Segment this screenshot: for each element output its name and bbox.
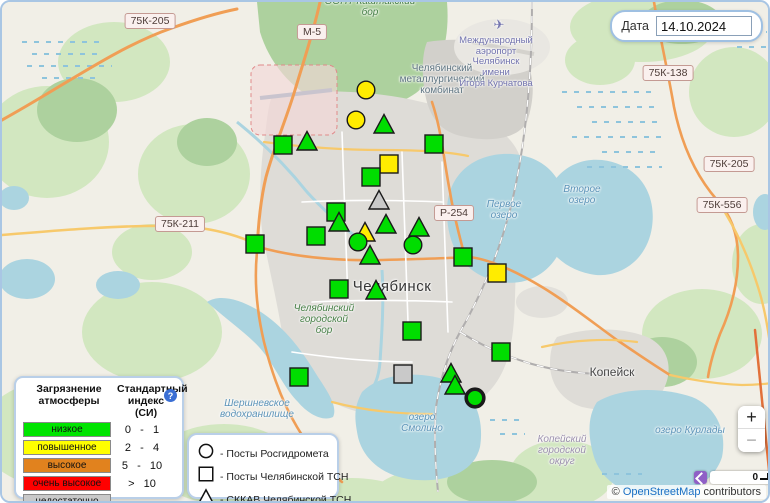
circle-icon	[197, 442, 215, 465]
scale-bar[interactable]: 0	[710, 471, 770, 484]
marker-square-elevated[interactable]	[485, 261, 509, 285]
road-badge: 75К-205	[125, 13, 176, 29]
marker-square-low[interactable]	[243, 232, 267, 256]
pollution-legend: Загрязнение атмосферы Стандартный индекс…	[14, 376, 184, 499]
map-container: ООПТ КаштакскийборЧелябинскийметаллургич…	[0, 0, 770, 503]
marker-triangle-low[interactable]	[364, 278, 388, 302]
date-label: Дата	[621, 19, 649, 33]
marker-circle-low[interactable]	[401, 233, 425, 257]
marker-circle-elevated[interactable]	[344, 108, 368, 132]
attribution: © OpenStreetMap contributors	[607, 485, 766, 499]
scale-value: 0	[752, 472, 758, 483]
marker-triangle-no_data[interactable]	[367, 188, 391, 212]
marker-square-low[interactable]	[489, 340, 513, 364]
road-badge: 75К-211	[155, 216, 205, 232]
map-label-town: Копейск	[590, 366, 635, 379]
road-badge: 75К-556	[697, 197, 748, 213]
symbols-legend: - Посты Росгидромета - Посты Челябинской …	[187, 433, 339, 499]
legend-si-value: 0 - 1	[111, 424, 173, 436]
symbols-legend-label: - Посты Челябинской ТСН	[220, 471, 348, 483]
zoom-in-button[interactable]: +	[738, 406, 765, 429]
legend-si-value: 2 - 4	[111, 442, 173, 454]
pollution-legend-row: недостаточно данных	[23, 494, 176, 503]
marker-square-low[interactable]	[271, 133, 295, 157]
legend-si-value: > 10	[111, 478, 173, 490]
pollution-legend-row: высокое5 - 10	[23, 458, 176, 473]
legend-color-box: очень высокое	[23, 476, 111, 491]
symbols-legend-item: - Посты Челябинской ТСН	[197, 465, 331, 488]
marker-square-low[interactable]	[327, 277, 351, 301]
pollution-legend-row: повышенное2 - 4	[23, 440, 176, 455]
marker-square-low[interactable]	[400, 319, 424, 343]
marker-square-low[interactable]	[304, 224, 328, 248]
pollution-legend-title: Загрязнение атмосферы	[23, 383, 115, 419]
attribution-suffix: contributors	[700, 486, 761, 498]
marker-triangle-low[interactable]	[374, 212, 398, 236]
date-input[interactable]	[656, 16, 752, 36]
marker-circle-elevated[interactable]	[354, 78, 378, 102]
legend-color-box: высокое	[23, 458, 111, 473]
map-label-district: Копейскийгородскойокруг	[538, 434, 587, 468]
marker-circle-low[interactable]	[463, 386, 487, 410]
road-badge: Р-254	[434, 205, 474, 221]
legend-color-box: повышенное	[23, 440, 111, 455]
map-label-forest: Челябинскийгородскойбор	[294, 303, 354, 337]
road-badge: М-5	[297, 24, 327, 40]
marker-square-low[interactable]	[359, 165, 383, 189]
attribution-prefix: ©	[612, 486, 623, 498]
square-icon	[197, 465, 215, 488]
triangle-icon	[197, 488, 215, 503]
osm-link[interactable]: OpenStreetMap	[623, 486, 701, 498]
legend-color-box: недостаточно данных	[23, 494, 111, 503]
marker-square-low[interactable]	[287, 365, 311, 389]
map-label-water: Шершневскоеводохранилище	[220, 398, 294, 420]
map-label-airport: МеждународныйаэропортЧелябинскимениИгоря…	[459, 36, 533, 89]
help-icon[interactable]: ?	[164, 389, 177, 402]
road-badge: 75К-205	[704, 156, 755, 172]
legend-color-box: низкое	[23, 422, 111, 437]
zoom-out-button[interactable]: −	[738, 429, 765, 452]
symbols-legend-label: - СККАВ Челябинской ТСН	[220, 494, 351, 503]
pollution-legend-rows: низкое0 - 1повышенное2 - 4высокое5 - 10о…	[23, 422, 176, 503]
map-label-water: Первоеозеро	[487, 199, 522, 221]
road-badge: 75К-138	[643, 65, 694, 81]
marker-square-no_data[interactable]	[391, 362, 415, 386]
date-widget: Дата	[610, 10, 763, 42]
marker-triangle-low[interactable]	[358, 243, 382, 267]
zoom-control: + −	[738, 406, 765, 452]
pollution-legend-row: низкое0 - 1	[23, 422, 176, 437]
marker-square-low[interactable]	[451, 245, 475, 269]
measure-widget: 0	[694, 471, 770, 484]
symbols-legend-item: - СККАВ Челябинской ТСН	[197, 488, 331, 503]
measure-icon[interactable]	[694, 471, 707, 484]
map-label-water: озеро Курлады	[655, 425, 725, 436]
marker-square-low[interactable]	[422, 132, 446, 156]
airplane-icon: ✈	[494, 17, 505, 33]
symbols-legend-item: - Посты Росгидромета	[197, 442, 331, 465]
marker-triangle-low[interactable]	[372, 112, 396, 136]
symbols-legend-label: - Посты Росгидромета	[220, 448, 329, 460]
map-label-forest: ООПТ Каштакскийбор	[325, 0, 416, 18]
map-label-water: Второеозеро	[563, 184, 600, 206]
legend-si-value: 5 - 10	[111, 460, 173, 472]
map-label-water: озероСмолино	[401, 412, 443, 434]
marker-triangle-low[interactable]	[295, 129, 319, 153]
pollution-legend-row: очень высокое> 10	[23, 476, 176, 491]
ruler-icon	[760, 473, 769, 480]
